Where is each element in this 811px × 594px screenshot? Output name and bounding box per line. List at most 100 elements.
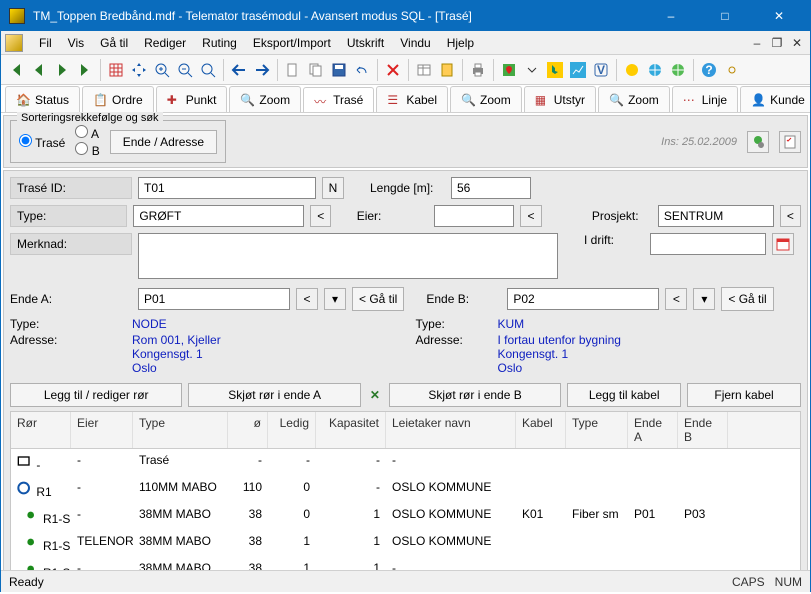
tab-punkt[interactable]: ✚Punkt xyxy=(156,86,228,112)
mdi-restore-icon[interactable]: ❐ xyxy=(768,35,786,51)
tab-kabel[interactable]: ☰Kabel xyxy=(376,86,448,112)
col-endeA[interactable]: Ende A xyxy=(628,412,678,448)
tab-utstyr[interactable]: ▦Utstyr xyxy=(524,86,596,112)
endeA-dropdown-button[interactable]: ▾ xyxy=(324,288,346,310)
traseid-input[interactable] xyxy=(138,177,316,199)
prosjekt-lookup-button[interactable]: < xyxy=(780,205,801,227)
col-kabeltype[interactable]: Type xyxy=(566,412,628,448)
table-row[interactable]: R1-110MM MABO1100-OSLO KOMMUNE xyxy=(11,476,800,503)
col-kapasitet[interactable]: Kapasitet xyxy=(316,412,386,448)
tab-linje[interactable]: ⋯Linje xyxy=(672,86,738,112)
col-ledig[interactable]: Ledig xyxy=(268,412,316,448)
visio-icon[interactable]: V xyxy=(590,59,612,81)
dropdown-icon[interactable] xyxy=(521,59,543,81)
menu-hjelp[interactable]: Hjelp xyxy=(439,33,482,53)
col-endeB[interactable]: Ende B xyxy=(678,412,728,448)
disconnect-icon[interactable]: ✕ xyxy=(367,383,383,407)
menu-fil[interactable]: Fil xyxy=(31,33,60,53)
col-type[interactable]: Type xyxy=(133,412,228,448)
skjot-ende-a-button[interactable]: Skjøt rør i ende A xyxy=(188,383,360,407)
tab-zoom[interactable]: 🔍Zoom xyxy=(229,86,301,112)
globe-icon[interactable] xyxy=(644,59,666,81)
first-record-icon[interactable] xyxy=(5,59,27,81)
back-icon[interactable] xyxy=(228,59,250,81)
minimize-button[interactable]: – xyxy=(648,1,694,31)
endeA-goto-button[interactable]: < Gå til xyxy=(352,287,404,311)
zoom-out-icon[interactable] xyxy=(174,59,196,81)
tab-trasé[interactable]: 〰Trasé xyxy=(303,87,374,113)
menu-vis[interactable]: Vis xyxy=(60,33,92,53)
ende-adresse-button[interactable]: Ende / Adresse xyxy=(110,130,217,154)
bing-icon[interactable] xyxy=(544,59,566,81)
idrift-input[interactable] xyxy=(650,233,766,255)
col-eier[interactable]: Eier xyxy=(71,412,133,448)
eier-lookup-button[interactable]: < xyxy=(520,205,541,227)
info-icon[interactable] xyxy=(621,59,643,81)
delete-icon[interactable] xyxy=(382,59,404,81)
legg-til-kabel-button[interactable]: Legg til kabel xyxy=(567,383,681,407)
save-icon[interactable] xyxy=(328,59,350,81)
globe-config-icon[interactable] xyxy=(747,131,769,153)
undo-icon[interactable] xyxy=(351,59,373,81)
merknad-input[interactable] xyxy=(138,233,558,279)
type-lookup-button[interactable]: < xyxy=(310,205,331,227)
help-icon[interactable]: ? xyxy=(698,59,720,81)
col-leietaker[interactable]: Leietaker navn xyxy=(386,412,516,448)
prosjekt-input[interactable] xyxy=(658,205,774,227)
checklist-icon[interactable] xyxy=(779,131,801,153)
skjot-ende-b-button[interactable]: Skjøt rør i ende B xyxy=(389,383,561,407)
radio-trase[interactable]: Trasé xyxy=(19,134,65,150)
tab-kunde[interactable]: 👤Kunde xyxy=(740,86,810,112)
menu-rediger[interactable]: Rediger xyxy=(136,33,194,53)
menu-eksport/import[interactable]: Eksport/Import xyxy=(245,33,339,53)
copy-icon[interactable] xyxy=(305,59,327,81)
endeA-input[interactable] xyxy=(138,288,290,310)
endeA-lookup-button[interactable]: < xyxy=(296,288,318,310)
app-menu-icon[interactable] xyxy=(5,34,23,52)
lengde-input[interactable] xyxy=(451,177,531,199)
mdi-minimize-icon[interactable]: – xyxy=(748,35,766,51)
menu-gå til[interactable]: Gå til xyxy=(92,33,136,53)
new-doc-icon[interactable] xyxy=(282,59,304,81)
tab-zoom[interactable]: 🔍Zoom xyxy=(598,86,670,112)
endeB-lookup-button[interactable]: < xyxy=(665,288,687,310)
radio-a[interactable]: A xyxy=(75,125,99,141)
fjern-kabel-button[interactable]: Fjern kabel xyxy=(687,383,801,407)
endeB-dropdown-button[interactable]: ▾ xyxy=(693,288,715,310)
table-row[interactable]: R1-S2TELENOR38MM MABO3811OSLO KOMMUNE xyxy=(11,530,800,557)
menu-ruting[interactable]: Ruting xyxy=(194,33,245,53)
endeB-goto-button[interactable]: < Gå til xyxy=(721,287,773,311)
chart-icon[interactable] xyxy=(567,59,589,81)
tab-zoom[interactable]: 🔍Zoom xyxy=(450,86,522,112)
grid-icon[interactable] xyxy=(105,59,127,81)
move-icon[interactable] xyxy=(128,59,150,81)
eier-input[interactable] xyxy=(434,205,514,227)
table-icon[interactable] xyxy=(413,59,435,81)
tab-ordre[interactable]: 📋Ordre xyxy=(82,86,154,112)
close-button[interactable]: ✕ xyxy=(756,1,802,31)
mdi-close-icon[interactable]: ✕ xyxy=(788,35,806,51)
menu-utskrift[interactable]: Utskrift xyxy=(339,33,392,53)
print-icon[interactable] xyxy=(467,59,489,81)
next-record-icon[interactable] xyxy=(51,59,73,81)
col-kabel[interactable]: Kabel xyxy=(516,412,566,448)
table-row[interactable]: R1-S1-38MM MABO3801OSLO KOMMUNEK01Fiber … xyxy=(11,503,800,530)
legg-til-ror-button[interactable]: Legg til / rediger rør xyxy=(10,383,182,407)
endeB-input[interactable] xyxy=(507,288,659,310)
n-button[interactable]: N xyxy=(322,177,344,199)
map-icon[interactable] xyxy=(498,59,520,81)
idrift-calendar-button[interactable] xyxy=(772,233,794,255)
globe2-icon[interactable] xyxy=(667,59,689,81)
last-record-icon[interactable] xyxy=(74,59,96,81)
maximize-button[interactable]: □ xyxy=(702,1,748,31)
forward-icon[interactable] xyxy=(251,59,273,81)
radio-b[interactable]: B xyxy=(75,142,99,158)
table-row[interactable]: --Trasé---- xyxy=(11,449,800,476)
menu-vindu[interactable]: Vindu xyxy=(392,33,438,53)
link-icon[interactable] xyxy=(721,59,743,81)
prev-record-icon[interactable] xyxy=(28,59,50,81)
paste-icon[interactable] xyxy=(436,59,458,81)
tab-status[interactable]: 🏠Status xyxy=(5,86,80,112)
zoom-icon[interactable] xyxy=(197,59,219,81)
zoom-in-icon[interactable] xyxy=(151,59,173,81)
